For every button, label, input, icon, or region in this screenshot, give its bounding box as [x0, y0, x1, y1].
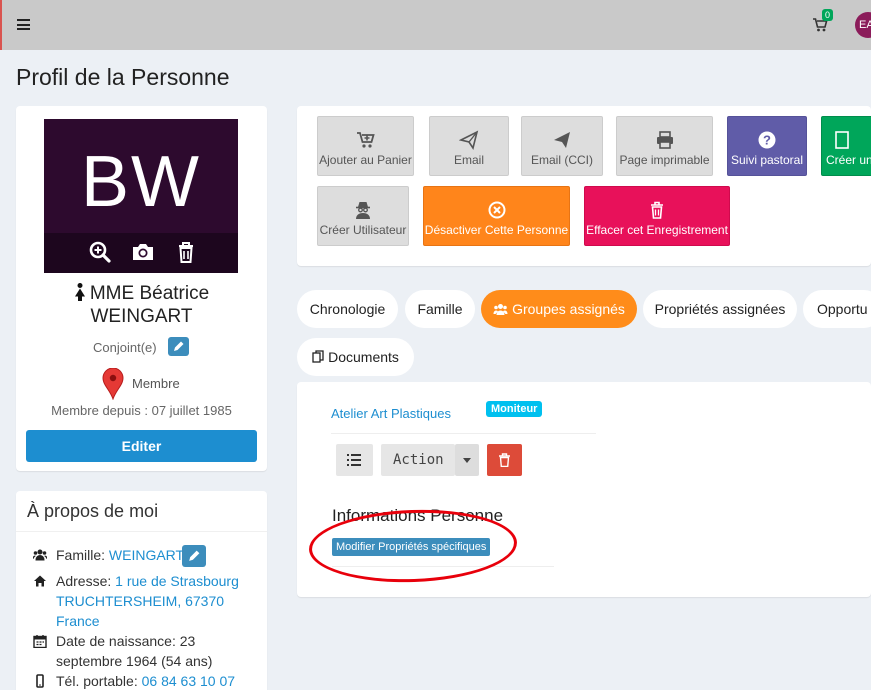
- family-role: Conjoint(e): [93, 340, 157, 355]
- tab-family[interactable]: Famille: [405, 290, 475, 328]
- tab-opportunities[interactable]: Opportu: [803, 290, 871, 328]
- person-name: MME Béatrice WEINGART: [16, 282, 267, 328]
- users-icon: [493, 304, 508, 315]
- classification-label: Membre: [132, 376, 180, 391]
- create-label: Créer un: [826, 153, 871, 167]
- zoom-in-icon[interactable]: [87, 239, 113, 265]
- calendar-icon: [33, 635, 47, 648]
- group-role-badge: Moniteur: [486, 401, 543, 417]
- remove-group-button[interactable]: [487, 444, 522, 476]
- birthdate-value: septembre 1964 (54 ans): [56, 653, 213, 669]
- paper-plane-icon: [554, 132, 570, 148]
- email-button[interactable]: Email: [429, 116, 509, 176]
- user-avatar[interactable]: EA: [855, 12, 871, 38]
- pencil-icon: [189, 550, 200, 561]
- divider: [16, 531, 267, 532]
- mobile-row: Tél. portable: 06 84 63 10 07: [33, 671, 263, 690]
- cart-plus-icon: [356, 132, 375, 148]
- create-user-button[interactable]: Créer Utilisateur: [317, 186, 409, 246]
- tab-documents[interactable]: Documents: [297, 338, 414, 376]
- times-circle-icon: [488, 201, 505, 219]
- tab-groups-label: Groupes assignés: [512, 301, 625, 317]
- create-button[interactable]: Créer un: [821, 116, 871, 176]
- menu-toggle-icon[interactable]: [17, 19, 30, 30]
- family-link[interactable]: WEINGART: [109, 547, 184, 563]
- paper-plane-icon: [459, 130, 479, 150]
- profile-photo: BW: [44, 119, 238, 273]
- delete-record-button[interactable]: Effacer cet Enregistrement: [584, 186, 730, 246]
- female-icon: [74, 283, 85, 301]
- family-row: Famille: WEINGART: [33, 545, 263, 567]
- tab-groups[interactable]: Groupes assignés: [481, 290, 637, 328]
- trash-icon: [499, 453, 510, 467]
- photo-toolbar: [44, 233, 238, 273]
- deactivate-button[interactable]: Désactiver Cette Personne: [423, 186, 570, 246]
- birthdate-row: Date de naissance: 23 septembre 1964 (54 …: [33, 631, 263, 673]
- about-title: À propos de moi: [27, 501, 159, 521]
- print-icon: [656, 131, 673, 149]
- person-name-first: MME Béatrice: [89, 283, 210, 304]
- tab-properties[interactable]: Propriétés assignées: [643, 290, 797, 328]
- add-to-cart-button[interactable]: Ajouter au Panier: [317, 116, 414, 176]
- add-to-cart-label: Ajouter au Panier: [319, 153, 412, 167]
- about-card: À propos de moi Famille: WEINGART Adress…: [16, 491, 267, 690]
- mobile-label: Tél. portable:: [56, 673, 138, 689]
- email-label: Email: [453, 153, 484, 167]
- action-label: Action: [393, 452, 444, 468]
- list-icon: [347, 454, 361, 466]
- person-name-last: WEINGART: [90, 306, 193, 327]
- member-since: Membre depuis : 07 juillet 1985: [51, 403, 232, 418]
- family-label: Famille:: [56, 547, 106, 563]
- address-line2[interactable]: TRUCHTERSHEIM, 67370: [56, 593, 224, 609]
- list-view-button[interactable]: [336, 444, 373, 476]
- mobile-link[interactable]: 06 84 63 10 07: [142, 673, 235, 689]
- map-pin-icon: [102, 368, 124, 400]
- edit-profile-button[interactable]: Editer: [26, 430, 257, 462]
- print-button[interactable]: Page imprimable: [616, 116, 713, 176]
- address-row: Adresse: 1 rue de Strasbourg TRUCHTERSHEI…: [33, 571, 263, 633]
- action-dropdown-toggle[interactable]: [455, 444, 479, 476]
- divider: [331, 433, 596, 434]
- pastoral-button[interactable]: ? Suivi pastoral: [727, 116, 807, 176]
- group-link[interactable]: Atelier Art Plastiques: [331, 406, 451, 421]
- document-icon: [835, 131, 849, 149]
- address-line1[interactable]: 1 rue de Strasbourg: [115, 573, 239, 589]
- action-button[interactable]: Action: [381, 444, 455, 476]
- profile-card: BW MME Béatrice WEINGART Conjoint(e) Mem…: [16, 106, 267, 471]
- users-icon: [33, 549, 47, 561]
- address-line3[interactable]: France: [56, 613, 100, 629]
- email-cc-button[interactable]: Email (CCI): [521, 116, 603, 176]
- home-icon: [34, 575, 46, 587]
- address-label: Adresse:: [56, 573, 112, 589]
- cart-count-badge: 0: [822, 9, 834, 21]
- delete-record-label: Effacer cet Enregistrement: [586, 223, 728, 237]
- svg-text:?: ?: [763, 133, 771, 148]
- pencil-icon: [174, 341, 184, 351]
- email-cc-label: Email (CCI): [531, 153, 593, 167]
- user-secret-icon: [356, 202, 370, 219]
- trash-icon: [651, 201, 663, 219]
- create-user-label: Créer Utilisateur: [319, 223, 407, 237]
- copy-icon: [312, 350, 324, 363]
- profile-initials: BW: [81, 142, 201, 222]
- tab-documents-label: Documents: [328, 349, 399, 365]
- caret-down-icon: [463, 458, 471, 463]
- trash-icon[interactable]: [173, 239, 199, 265]
- question-circle-icon: ?: [758, 131, 776, 149]
- mobile-phone-icon: [36, 674, 44, 688]
- pastoral-label: Suivi pastoral: [730, 153, 804, 167]
- tab-timeline[interactable]: Chronologie: [297, 290, 398, 328]
- page-title: Profil de la Personne: [16, 64, 230, 90]
- edit-role-button[interactable]: [168, 337, 189, 356]
- top-navbar: 0 EA: [0, 0, 871, 50]
- birthdate-label: Date de naissance: 23: [56, 633, 196, 649]
- print-label: Page imprimable: [619, 153, 710, 167]
- edit-family-button[interactable]: [182, 545, 206, 567]
- camera-icon[interactable]: [130, 239, 156, 265]
- deactivate-label: Désactiver Cette Personne: [424, 223, 569, 237]
- actions-card: Ajouter au Panier Email Email (CCI) Page…: [297, 106, 871, 266]
